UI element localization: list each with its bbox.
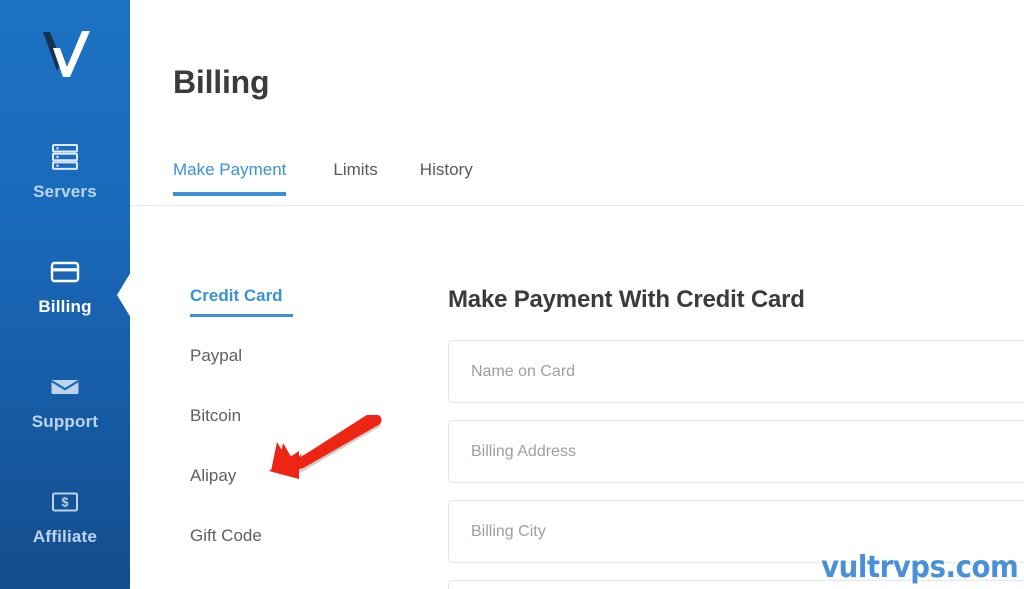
- tab-limits[interactable]: Limits: [312, 160, 398, 196]
- svg-text:$: $: [62, 495, 69, 509]
- vultr-logo[interactable]: [29, 22, 101, 84]
- sidebar: Servers Billing Support $ Affiliate: [0, 0, 131, 589]
- credit-card-icon: [50, 257, 80, 287]
- sidebar-item-affiliate[interactable]: $ Affiliate: [0, 459, 130, 574]
- sidebar-item-label: Support: [31, 411, 99, 431]
- field-placeholder: Billing City: [471, 522, 546, 540]
- envelope-icon: [50, 372, 80, 402]
- sidebar-item-label: Servers: [33, 181, 97, 201]
- payment-method-paypal[interactable]: Paypal: [190, 346, 380, 406]
- payment-method-list: Credit Card Paypal Bitcoin Alipay Gift C…: [190, 286, 380, 586]
- server-rack-icon: [50, 142, 80, 172]
- main-content: Billing Make Payment Limits History Cred…: [130, 0, 1024, 589]
- name-on-card-field[interactable]: Name on Card: [448, 340, 1024, 403]
- payment-method-alipay[interactable]: Alipay: [190, 466, 380, 526]
- sidebar-item-billing[interactable]: Billing: [0, 229, 130, 344]
- payment-method-credit-card[interactable]: Credit Card: [190, 286, 380, 346]
- tab-bar: Make Payment Limits History: [173, 160, 494, 196]
- vultr-logo-icon: [43, 31, 90, 77]
- app-root: Servers Billing Support $ Affiliate Bill…: [0, 0, 1024, 589]
- active-nav-caret: [117, 272, 131, 318]
- form-title: Make Payment With Credit Card: [448, 286, 805, 313]
- tab-history[interactable]: History: [399, 160, 494, 196]
- site-watermark: vultrvps.com: [820, 550, 1019, 585]
- payment-method-bitcoin[interactable]: Bitcoin: [190, 406, 380, 466]
- sidebar-nav: Servers Billing Support $ Affiliate: [0, 114, 130, 574]
- field-placeholder: Name on Card: [471, 362, 576, 380]
- field-placeholder: Billing Address: [471, 442, 576, 460]
- sidebar-item-label: Billing: [38, 296, 92, 316]
- dollar-bill-icon: $: [50, 487, 80, 517]
- payment-form: Make Payment With Credit Card Name on Ca…: [448, 286, 1024, 589]
- tabs-divider: [130, 205, 1024, 206]
- payment-method-gift-code[interactable]: Gift Code: [190, 526, 380, 586]
- sidebar-item-label: Affiliate: [32, 526, 98, 546]
- sidebar-item-servers[interactable]: Servers: [0, 114, 130, 229]
- sidebar-item-support[interactable]: Support: [0, 344, 130, 459]
- tab-make-payment[interactable]: Make Payment: [173, 160, 312, 196]
- page-title: Billing: [173, 64, 270, 100]
- billing-address-field[interactable]: Billing Address: [448, 420, 1024, 483]
